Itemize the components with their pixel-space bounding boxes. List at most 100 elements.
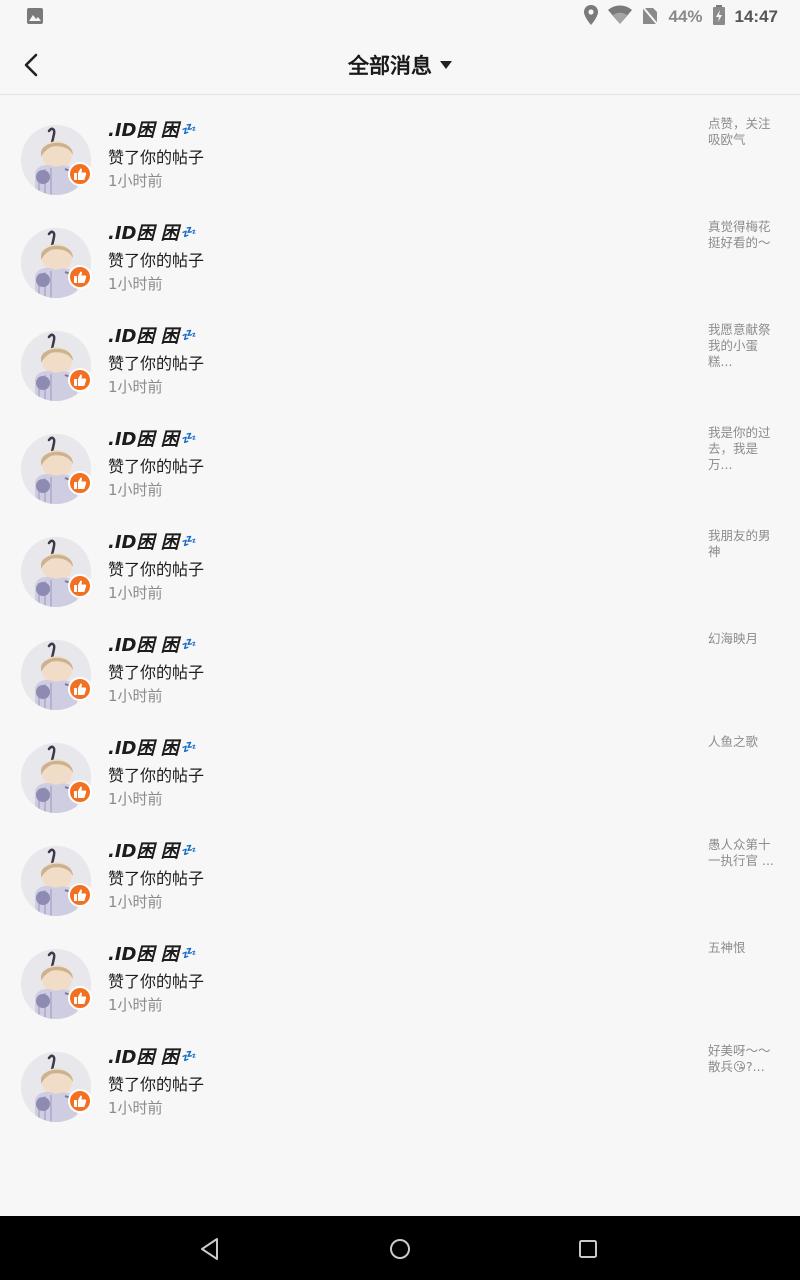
message-action: 赞了你的帖子 — [108, 869, 205, 888]
message-item[interactable]: .ID困 困 💤 赞了你的帖子 1小时前 我愿意献祭我的小蛋糕... — [0, 310, 800, 413]
sleep-emoji-icon: 💤 — [181, 1049, 197, 1063]
like-badge — [68, 162, 92, 186]
message-time: 1小时前 — [108, 687, 163, 705]
username[interactable]: .ID困 困 — [108, 528, 179, 554]
message-time: 1小时前 — [108, 893, 163, 911]
thumbs-up-icon — [74, 374, 87, 386]
caret-down-icon — [440, 61, 452, 69]
no-sim-icon — [641, 5, 660, 29]
sleep-emoji-icon: 💤 — [181, 225, 197, 239]
message-item[interactable]: .ID困 困 💤 赞了你的帖子 1小时前 点赞，关注吸欧气 — [0, 104, 800, 207]
like-badge — [68, 780, 92, 804]
message-time: 1小时前 — [108, 481, 163, 499]
message-filter-dropdown[interactable]: 全部消息 — [0, 50, 800, 80]
sleep-emoji-icon: 💤 — [181, 843, 197, 857]
nav-home-button[interactable] — [387, 1236, 413, 1262]
nav-back-button[interactable] — [197, 1236, 223, 1262]
post-preview[interactable]: 我朋友的男神 — [708, 528, 780, 560]
username-row[interactable]: .ID困 困 💤 — [108, 425, 197, 451]
location-icon — [584, 5, 599, 29]
message-action: 赞了你的帖子 — [108, 972, 205, 991]
username[interactable]: .ID困 困 — [108, 734, 179, 760]
thumbs-up-icon — [74, 683, 87, 695]
circle-home-icon — [390, 1239, 410, 1259]
post-preview[interactable]: 好美呀～～散兵😘?... — [708, 1043, 780, 1075]
post-preview[interactable]: 真觉得梅花挺好看的～ — [708, 219, 780, 251]
message-item[interactable]: .ID困 困 💤 赞了你的帖子 1小时前 五神恨 — [0, 928, 800, 1031]
message-item[interactable]: .ID困 困 💤 赞了你的帖子 1小时前 我是你的过去，我是万... — [0, 413, 800, 516]
thumbs-up-icon — [74, 168, 87, 180]
message-action: 赞了你的帖子 — [108, 1075, 205, 1094]
message-time: 1小时前 — [108, 996, 163, 1014]
post-preview[interactable]: 我是你的过去，我是万... — [708, 425, 780, 473]
username-row[interactable]: .ID困 困 💤 — [108, 631, 197, 657]
username-row[interactable]: .ID困 困 💤 — [108, 528, 197, 554]
message-item[interactable]: .ID困 困 💤 赞了你的帖子 1小时前 我朋友的男神 — [0, 516, 800, 619]
thumbs-up-icon — [74, 786, 87, 798]
username[interactable]: .ID困 困 — [108, 837, 179, 863]
post-preview[interactable]: 点赞，关注吸欧气 — [708, 116, 780, 148]
post-preview[interactable]: 幻海映月 — [708, 631, 780, 647]
thumbs-up-icon — [74, 477, 87, 489]
message-action: 赞了你的帖子 — [108, 663, 205, 682]
like-badge — [68, 265, 92, 289]
top-app-bar: 全部消息 — [0, 34, 800, 95]
username-row[interactable]: .ID困 困 💤 — [108, 116, 197, 142]
message-time: 1小时前 — [108, 378, 163, 396]
battery-percent: 44% — [668, 7, 703, 26]
like-badge — [68, 986, 92, 1010]
sleep-emoji-icon: 💤 — [181, 946, 197, 960]
post-preview[interactable]: 愚人众第十一执行官 ... — [708, 837, 780, 869]
message-item[interactable]: .ID困 困 💤 赞了你的帖子 1小时前 好美呀～～散兵😘?... — [0, 1031, 800, 1134]
username[interactable]: .ID困 困 — [108, 940, 179, 966]
username[interactable]: .ID困 困 — [108, 322, 179, 348]
like-badge — [68, 368, 92, 392]
sleep-emoji-icon: 💤 — [181, 122, 197, 136]
sleep-emoji-icon: 💤 — [181, 328, 197, 342]
username-row[interactable]: .ID困 困 💤 — [108, 837, 197, 863]
sleep-emoji-icon: 💤 — [181, 637, 197, 651]
username-row[interactable]: .ID困 困 💤 — [108, 322, 197, 348]
username-row[interactable]: .ID困 困 💤 — [108, 734, 197, 760]
username[interactable]: .ID困 困 — [108, 425, 179, 451]
username[interactable]: .ID困 困 — [108, 219, 179, 245]
message-item[interactable]: .ID困 困 💤 赞了你的帖子 1小时前 愚人众第十一执行官 ... — [0, 825, 800, 928]
message-action: 赞了你的帖子 — [108, 560, 205, 579]
thumbs-up-icon — [74, 580, 87, 592]
like-badge — [68, 1089, 92, 1113]
message-action: 赞了你的帖子 — [108, 766, 205, 785]
thumbs-up-icon — [74, 992, 87, 1004]
message-action: 赞了你的帖子 — [108, 251, 205, 270]
message-list[interactable]: .ID困 困 💤 赞了你的帖子 1小时前 君景不可 .ID困 困 💤 赞了你的帖… — [0, 95, 800, 1216]
post-preview[interactable]: 五神恨 — [708, 940, 780, 956]
username[interactable]: .ID困 困 — [108, 116, 179, 142]
sleep-emoji-icon: 💤 — [181, 740, 197, 754]
status-icons: 44% 14:47 — [584, 5, 778, 29]
message-item[interactable]: .ID困 困 💤 赞了你的帖子 1小时前 真觉得梅花挺好看的～ — [0, 207, 800, 310]
thumbs-up-icon — [74, 271, 87, 283]
nav-recents-button[interactable] — [575, 1236, 601, 1262]
like-badge — [68, 677, 92, 701]
username[interactable]: .ID困 困 — [108, 631, 179, 657]
battery-charging-icon — [712, 5, 725, 29]
like-badge — [68, 883, 92, 907]
wifi-icon — [608, 5, 633, 29]
status-bar: 44% 14:47 — [0, 0, 800, 34]
post-preview[interactable]: 人鱼之歌 — [708, 734, 780, 750]
message-action: 赞了你的帖子 — [108, 354, 205, 373]
username[interactable]: .ID困 困 — [108, 1043, 179, 1069]
username-row[interactable]: .ID困 困 💤 — [108, 940, 197, 966]
post-preview[interactable]: 我愿意献祭我的小蛋糕... — [708, 322, 780, 370]
thumbs-up-icon — [74, 889, 87, 901]
message-item[interactable]: .ID困 困 💤 赞了你的帖子 1小时前 幻海映月 — [0, 619, 800, 722]
page-title: 全部消息 — [348, 54, 432, 78]
clock: 14:47 — [734, 7, 778, 26]
message-time: 1小时前 — [108, 172, 163, 190]
username-row[interactable]: .ID困 困 💤 — [108, 1043, 197, 1069]
message-item[interactable]: .ID困 困 💤 赞了你的帖子 1小时前 君景不可 — [0, 95, 800, 104]
like-badge — [68, 574, 92, 598]
message-item[interactable]: .ID困 困 💤 赞了你的帖子 1小时前 人鱼之歌 — [0, 722, 800, 825]
system-nav-bar — [0, 1216, 800, 1280]
username-row[interactable]: .ID困 困 💤 — [108, 219, 197, 245]
square-recents-icon — [579, 1240, 597, 1258]
